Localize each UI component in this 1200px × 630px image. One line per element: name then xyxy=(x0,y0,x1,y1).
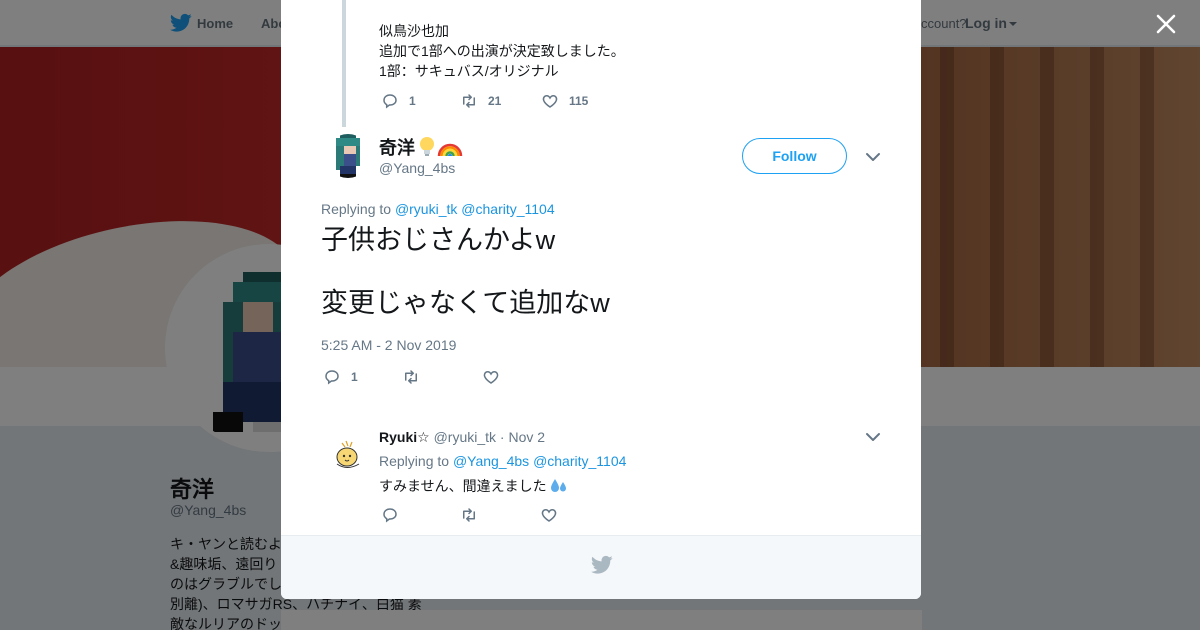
retweet-icon xyxy=(463,508,475,522)
reply-count: 1 xyxy=(351,370,358,384)
author-handle[interactable]: @Yang_4bs xyxy=(379,160,455,176)
mention-link[interactable]: @ryuki_tk xyxy=(395,201,457,217)
parent-tweet-line: 1部：サキュバス/オリジナル xyxy=(379,63,559,79)
retweet-icon xyxy=(405,370,417,384)
reply-author-avatar[interactable] xyxy=(326,431,370,475)
tweet-text-line: 子供おじさんかよw xyxy=(321,225,556,255)
author-display-name[interactable]: 奇洋 xyxy=(379,134,463,160)
tweet-text: 子供おじさんかよw 変更じゃなくて追加なw xyxy=(321,224,610,319)
replying-to-label: Replying to xyxy=(321,201,392,217)
author-avatar[interactable] xyxy=(326,134,370,178)
parent-retweet-button[interactable]: 21 xyxy=(460,92,501,110)
follow-button[interactable]: Follow xyxy=(742,138,847,174)
parent-reply-button[interactable]: 1 xyxy=(381,92,416,110)
reply-count: 1 xyxy=(409,94,416,108)
reply-like-button[interactable] xyxy=(540,506,568,524)
tweet-retweet-button[interactable] xyxy=(402,368,430,386)
reply-date[interactable]: · Nov 2 xyxy=(500,429,545,445)
close-icon[interactable] xyxy=(1152,10,1180,38)
reply-author-name[interactable]: Ryuki☆ xyxy=(379,429,430,445)
sweat-droplets-icon xyxy=(550,479,566,492)
reply-header: Ryuki☆ @ryuki_tk · Nov 2 xyxy=(379,429,545,446)
twitter-bird-icon xyxy=(591,555,613,574)
tweet-reply-button[interactable]: 1 xyxy=(323,368,358,386)
mention-link[interactable]: @Yang_4bs xyxy=(453,453,529,469)
rainbow-icon xyxy=(437,143,463,157)
replying-to: Replying to @ryuki_tk @charity_1104 xyxy=(321,201,555,217)
chevron-down-icon[interactable] xyxy=(865,430,881,444)
reply-tweet-text: すみません、間違えました xyxy=(379,476,569,496)
conversation-thread-line xyxy=(342,0,346,127)
parent-tweet-line: 追加で1部への出演が決定致しました。 xyxy=(379,43,625,59)
modal-footer xyxy=(281,535,921,599)
heart-icon xyxy=(542,94,558,108)
reply-icon xyxy=(383,508,397,523)
heart-icon xyxy=(541,508,557,522)
reply-reply-button[interactable] xyxy=(381,506,409,524)
chevron-down-icon[interactable] xyxy=(865,150,881,164)
retweet-icon xyxy=(463,94,475,108)
parent-tweet-text: 似鳥沙也加 追加で1部への出演が決定致しました。 1部：サキュバス/オリジナル xyxy=(379,21,625,81)
tweet-modal: 似鳥沙也加 追加で1部への出演が決定致しました。 1部：サキュバス/オリジナル … xyxy=(281,0,921,599)
reply-replying-to: Replying to @Yang_4bs @charity_1104 xyxy=(379,453,626,469)
mention-link[interactable]: @charity_1104 xyxy=(533,453,626,469)
retweet-count: 21 xyxy=(488,94,502,108)
tweet-timestamp[interactable]: 5:25 AM - 2 Nov 2019 xyxy=(321,337,456,353)
parent-like-button[interactable]: 115 xyxy=(541,92,588,110)
replying-to-label: Replying to xyxy=(379,453,450,469)
heart-icon xyxy=(483,370,499,384)
reply-retweet-button[interactable] xyxy=(460,506,488,524)
reply-icon xyxy=(325,370,339,385)
reply-author-handle[interactable]: @ryuki_tk xyxy=(434,429,496,445)
lightbulb-icon xyxy=(420,137,434,156)
mention-link[interactable]: @charity_1104 xyxy=(461,201,554,217)
parent-tweet-line: 似鳥沙也加 xyxy=(379,23,449,39)
tweet-text-line: 変更じゃなくて追加なw xyxy=(321,288,610,318)
tweet-like-button[interactable] xyxy=(482,368,510,386)
reply-icon xyxy=(383,94,397,109)
like-count: 115 xyxy=(569,94,589,108)
